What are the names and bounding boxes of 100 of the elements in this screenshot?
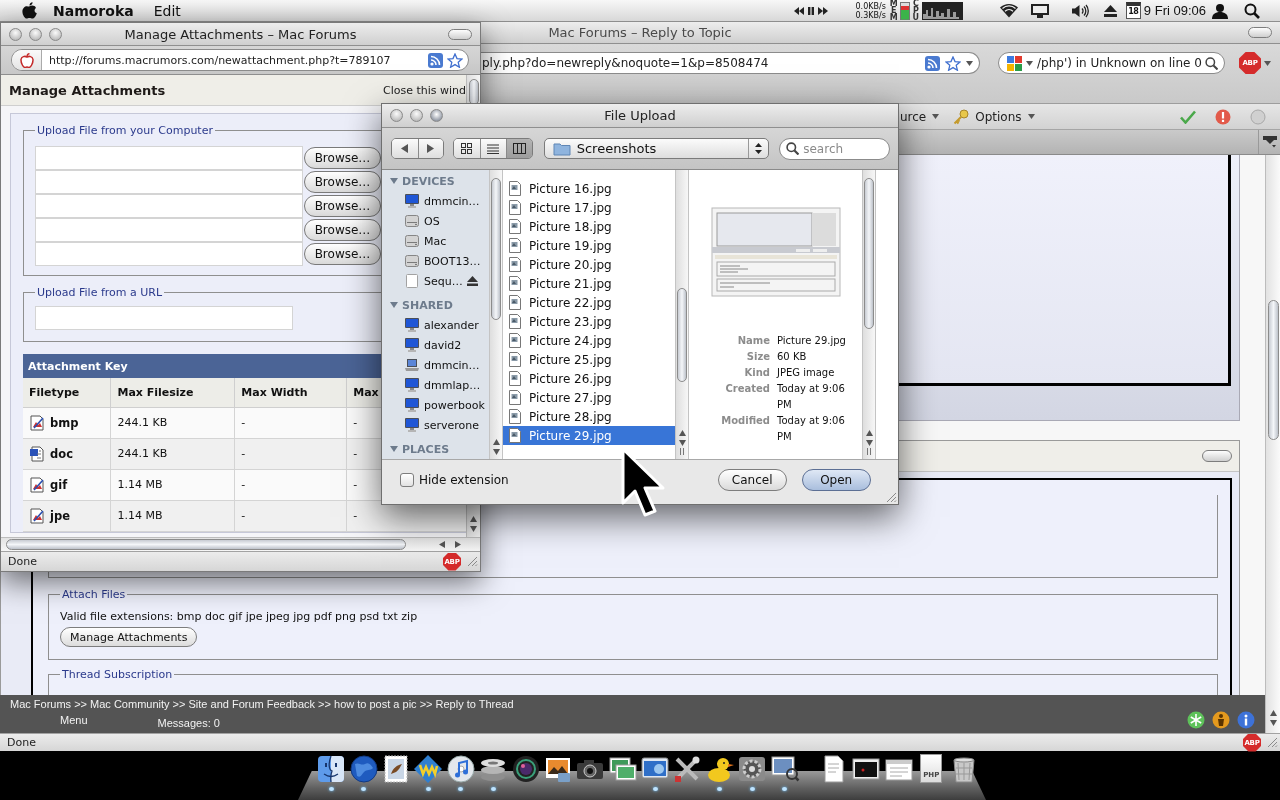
rss-icon[interactable] [428, 52, 443, 68]
app-menu[interactable]: Namoroka [53, 1, 134, 20]
menu-link[interactable]: Menu [60, 714, 88, 726]
url-field[interactable]: http://forums.macrumors.com/newattachment.php?t=789107 [11, 49, 469, 71]
scrollbar-thumb[interactable] [677, 288, 687, 382]
wifi-icon[interactable] [998, 3, 1019, 18]
resize-grip-icon[interactable] [886, 492, 897, 503]
file-path-field[interactable] [35, 242, 303, 266]
star-icon[interactable] [447, 52, 463, 68]
file-row[interactable]: Picture 26.jpg [503, 369, 675, 388]
search-field[interactable]: /php') in Unknown on line 0 [998, 52, 1225, 74]
view-mode-button[interactable] [479, 139, 506, 158]
column-resize-icon[interactable] [679, 447, 685, 456]
browse-button[interactable]: Browse… [304, 147, 381, 169]
apple-icon[interactable] [22, 2, 37, 19]
gear-icon[interactable] [737, 754, 768, 784]
browse-button[interactable]: Browse… [304, 171, 381, 193]
close-window-link[interactable]: Close this wind [382, 83, 466, 97]
menu-item[interactable]: Edit [153, 1, 181, 20]
minimize-button[interactable] [29, 27, 42, 41]
file-row[interactable]: Picture 18.jpg [503, 217, 675, 236]
volume-icon[interactable] [1070, 3, 1089, 18]
file-row[interactable]: Picture 24.jpg [503, 331, 675, 350]
view-mode-button[interactable] [453, 139, 480, 158]
scroll-down-icon[interactable] [1268, 718, 1278, 727]
toolbar-menu-button[interactable]: urce [900, 109, 940, 124]
file-row[interactable]: Picture 20.jpg [503, 255, 675, 274]
scroll-right-icon[interactable] [453, 540, 462, 549]
close-button[interactable] [9, 27, 22, 41]
check-icon[interactable] [1180, 109, 1196, 124]
file-path-field[interactable] [35, 146, 303, 170]
face-icon[interactable] [316, 754, 347, 784]
scroll-up-icon[interactable] [1268, 709, 1278, 718]
rewind-icon[interactable] [793, 6, 804, 15]
eject-icon[interactable] [466, 276, 478, 286]
sidebar-item[interactable]: alexander [382, 315, 489, 335]
scrollbar-thumb[interactable] [864, 178, 874, 329]
file-row[interactable]: Picture 16.jpg [503, 179, 675, 198]
sidebar-item[interactable]: BOOT13… [382, 251, 489, 271]
calendar-date[interactable]: 18 [1125, 2, 1141, 19]
lens-icon[interactable] [510, 754, 541, 784]
left-triangle-icon[interactable] [400, 144, 410, 153]
resize-grip-icon[interactable] [1267, 737, 1278, 748]
file-row[interactable]: Picture 22.jpg [503, 293, 675, 312]
file-path-field[interactable] [35, 194, 303, 218]
right-triangle-icon[interactable] [426, 144, 436, 153]
tab-menu-icon[interactable] [1262, 136, 1277, 148]
file-path-field[interactable] [35, 170, 303, 194]
scroll-up-icon[interactable] [677, 429, 687, 438]
collapse-button[interactable] [1202, 450, 1232, 462]
scrollbar-thumb[interactable] [6, 539, 406, 550]
dialog-button[interactable]: Open [801, 469, 871, 491]
disclosure-triangle-icon[interactable] [390, 177, 398, 185]
file-path-field[interactable] [35, 218, 303, 242]
search-icon[interactable] [1244, 2, 1260, 19]
scroll-up-icon[interactable] [864, 429, 874, 438]
sidebar-item[interactable]: OS [382, 211, 489, 231]
pause-icon[interactable] [806, 6, 815, 15]
browse-button[interactable]: Browse… [304, 243, 381, 265]
star-icon[interactable] [945, 55, 961, 71]
info-icon[interactable] [1237, 711, 1255, 729]
minimize-button[interactable] [410, 109, 423, 122]
zoom-button[interactable] [49, 27, 62, 41]
checkbox[interactable] [400, 473, 414, 487]
toolbar-toggle-button[interactable] [448, 28, 472, 40]
scroll-down-icon[interactable] [677, 438, 687, 447]
user-icon[interactable] [1212, 2, 1228, 19]
scroll-down-icon[interactable] [469, 524, 478, 533]
sidebar-item[interactable]: dmmlap… [382, 375, 489, 395]
fast-forward-icon[interactable] [817, 6, 828, 15]
file-row[interactable]: Picture 17.jpg [503, 198, 675, 217]
picture-stack-icon[interactable] [607, 754, 638, 784]
eject-icon[interactable] [1103, 4, 1117, 17]
sidebar-item[interactable]: powerbook [382, 395, 489, 415]
asterisk-icon[interactable] [1187, 711, 1205, 729]
search-engine-icon[interactable] [1007, 55, 1022, 71]
disclosure-triangle-icon[interactable] [390, 301, 398, 309]
url-field[interactable]: ply.php?do=newreply&noquote=1&p=8508474 [481, 52, 980, 74]
column-resize-icon[interactable] [866, 447, 872, 456]
squiggle-icon[interactable] [413, 754, 444, 784]
error-icon[interactable] [1215, 108, 1231, 125]
file-row[interactable]: Picture 25.jpg [503, 350, 675, 369]
back-button[interactable] [392, 139, 418, 158]
file-row[interactable]: Picture 27.jpg [503, 388, 675, 407]
globe-icon[interactable] [348, 754, 379, 784]
scroll-left-icon[interactable] [438, 540, 447, 549]
disclosure-triangle-icon[interactable] [390, 445, 398, 453]
toolbar-toggle-button[interactable] [1248, 27, 1272, 38]
resize-grip-icon[interactable] [467, 556, 478, 567]
browse-button[interactable]: Browse… [304, 219, 381, 241]
forward-button[interactable] [417, 139, 443, 158]
sidebar-item[interactable]: serverone [382, 415, 489, 435]
clock[interactable]: 9 Fri 09:06 [1143, 3, 1206, 18]
music-disc-icon[interactable] [445, 754, 476, 784]
rss-icon[interactable] [925, 55, 940, 71]
scroll-up-icon[interactable] [469, 515, 478, 524]
zoom-button[interactable] [430, 109, 443, 122]
location-popup[interactable]: Screenshots [543, 138, 770, 159]
view-mode-button[interactable] [505, 139, 532, 158]
search-icon[interactable] [1205, 56, 1218, 70]
